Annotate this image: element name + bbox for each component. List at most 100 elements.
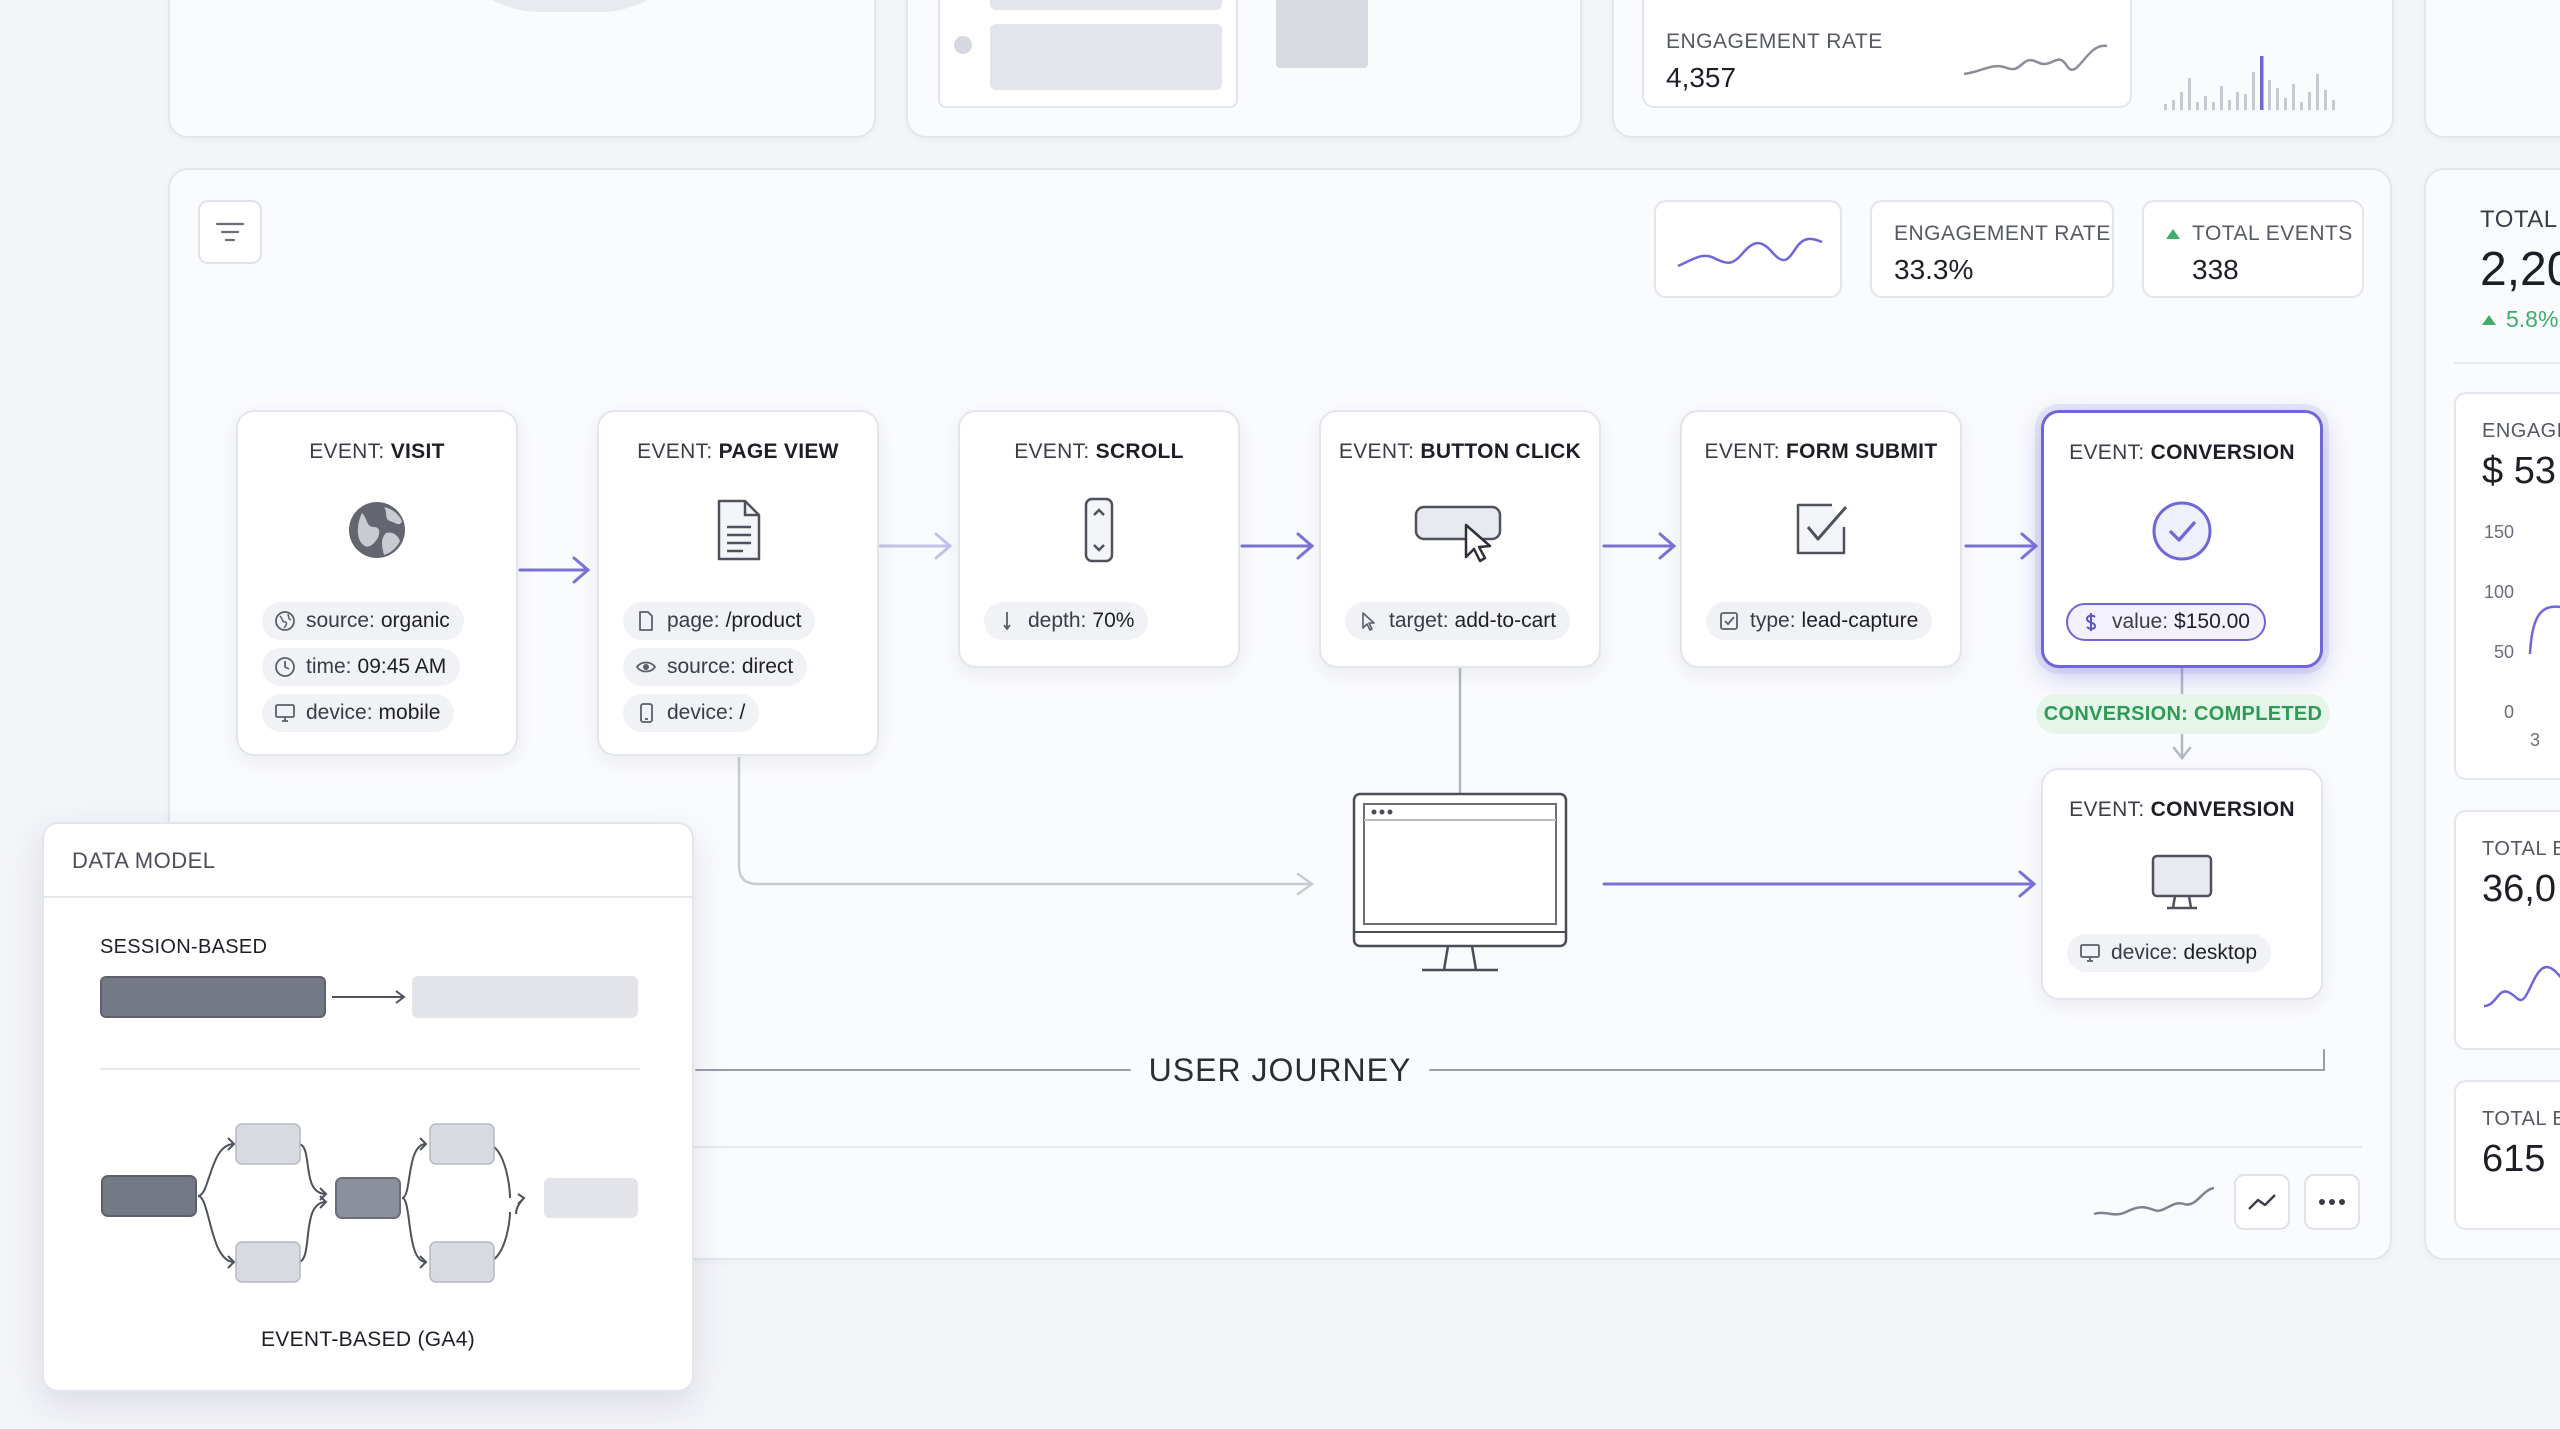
property-pill: source: direct — [623, 648, 808, 686]
engagement-mini-chart-card: ENGAGE $ 53 150 100 50 0 3 — [2454, 392, 2560, 780]
property-pill: type: lead-capture — [1706, 602, 1933, 640]
event-based-diagram — [101, 1123, 638, 1283]
event-name: SCROLL — [1095, 440, 1184, 463]
phone-icon — [640, 703, 653, 723]
property-pill: depth: 70% — [984, 602, 1149, 640]
dollar-icon — [2085, 613, 2097, 631]
event-card-conversion[interactable]: EVENT: CONVERSION value: $150.00 — [2041, 410, 2323, 668]
data-model-panel: DATA MODEL SESSION-BASED EVENT-BASED (GA… — [42, 822, 694, 1392]
event-card-scroll[interactable]: EVENT: SCROLL depth: 70% — [958, 410, 1240, 668]
property-value: $150.00 — [2174, 610, 2250, 633]
event-prefix: EVENT: — [1014, 440, 1090, 463]
clock-icon — [275, 657, 295, 677]
more-dots-icon — [2319, 1199, 2345, 1205]
property-key: depth: — [1028, 609, 1087, 632]
check-square-icon — [1720, 612, 1738, 630]
total2-mini-line — [2483, 965, 2560, 1008]
more-options-button[interactable] — [2304, 1174, 2360, 1230]
event-title: EVENT: PAGE VIEW — [599, 440, 877, 464]
event-name: FORM SUBMIT — [1786, 440, 1938, 463]
total-value: 2,20 — [2480, 243, 2560, 296]
top-far-right-card — [2424, 0, 2560, 138]
model-divider — [100, 1068, 640, 1070]
total3-label: TOTAL E — [2482, 1108, 2560, 1130]
session-arrow — [332, 990, 406, 1004]
property-value: 70% — [1092, 609, 1135, 632]
desktop-icon — [2151, 854, 2213, 910]
property-key: time: — [306, 655, 352, 678]
total-mini-card-3: TOTAL E 615 — [2454, 1080, 2560, 1230]
property-key: device: — [2111, 941, 2178, 964]
event-prefix: EVENT: — [2069, 798, 2145, 821]
total-events-mini-card: TOTAL E 36,0 — [2454, 810, 2560, 1050]
button-cursor-icon — [1414, 505, 1502, 563]
event-name: VISIT — [390, 440, 445, 463]
depth-icon — [1003, 612, 1011, 631]
engage-label: ENGAGE — [2482, 420, 2560, 442]
value-pill: value: $150.00 — [2066, 603, 2266, 641]
globe-icon — [349, 502, 405, 558]
property-key: type: — [1750, 609, 1796, 632]
property-key: page: — [667, 609, 720, 632]
engage-value: $ 53 — [2482, 450, 2556, 492]
data-model-title: DATA MODEL — [72, 848, 216, 873]
event-prefix: EVENT: — [2069, 441, 2145, 464]
event-card-page-view[interactable]: EVENT: PAGE VIEW page:/product source: di… — [597, 410, 879, 756]
event-title: EVENT: SCROLL — [960, 440, 1238, 464]
y-tick: 0 — [2504, 702, 2515, 722]
property-value: 09:45 AM — [357, 655, 447, 678]
globe-icon — [275, 611, 295, 631]
panel-divider — [2454, 362, 2560, 364]
property-key: source: — [306, 609, 375, 632]
total-label: TOTAL — [2480, 206, 2558, 233]
property-key: source: — [667, 655, 736, 678]
property-pill: time: 09:45 AM — [262, 648, 461, 686]
event-prefix: EVENT: — [1338, 440, 1415, 463]
event-name: BUTTON CLICK — [1420, 440, 1582, 463]
session-based-label: SESSION-BASED — [100, 936, 268, 958]
bottom-sparkline — [2093, 1186, 2215, 1216]
monitor-icon — [2080, 944, 2100, 962]
event-name: CONVERSION — [2150, 441, 2295, 464]
x-tick: 3 — [2530, 730, 2541, 750]
property-pill: page:/product — [623, 602, 816, 640]
checkbox-icon — [1796, 503, 1848, 555]
event-name: PAGE VIEW — [718, 440, 839, 463]
event-title: EVENT: FORM SUBMIT — [1682, 440, 1960, 464]
total-delta-value: 5.8% — [2506, 306, 2559, 332]
event-card-button-click[interactable]: EVENT: BUTTON CLICK target: add-to-cart — [1319, 410, 1601, 668]
right-panel: TOTAL 2,20 5.8% ENGAGE $ 53 150 100 50 0… — [2424, 168, 2560, 1260]
event-card-form-submit[interactable]: EVENT: FORM SUBMIT type: lead-capture — [1680, 410, 1962, 668]
trend-button[interactable] — [2234, 1174, 2290, 1230]
up-triangle-icon — [2482, 314, 2496, 325]
property-key: value: — [2112, 610, 2169, 633]
engage-mini-line — [2528, 605, 2560, 654]
session-block-dark — [100, 976, 326, 1018]
property-value: organic — [380, 609, 450, 632]
scroll-icon — [1084, 497, 1114, 563]
event-prefix: EVENT: — [1704, 440, 1780, 463]
eye-icon — [635, 661, 657, 673]
property-key: device: — [667, 701, 734, 724]
event-prefix: EVENT: — [309, 440, 385, 463]
panel-header-divider — [44, 896, 692, 898]
event-title: EVENT: CONVERSION — [2043, 798, 2321, 822]
property-value: / — [739, 701, 746, 724]
event-card-conversion-desktop[interactable]: EVENT: CONVERSION device: desktop — [2041, 768, 2323, 1000]
event-title: EVENT: CONVERSION — [2044, 441, 2320, 465]
total3-value: 615 — [2482, 1138, 2546, 1180]
user-journey-label: USER JOURNEY — [1148, 1052, 1412, 1088]
bottom-divider — [686, 1146, 2362, 1148]
event-title: EVENT: VISIT — [238, 440, 516, 464]
desktop-computer-illustration — [1352, 792, 1568, 972]
property-value: /product — [725, 609, 802, 632]
monitor-icon — [275, 704, 295, 722]
y-tick: 50 — [2494, 642, 2515, 662]
y-tick: 100 — [2484, 582, 2515, 602]
property-pill: device: / — [623, 694, 760, 732]
file-icon — [639, 611, 653, 631]
y-tick: 150 — [2484, 522, 2515, 542]
event-card-visit[interactable]: EVENT: VISIT source: organic time: 09:45 A… — [236, 410, 518, 756]
event-name: CONVERSION — [2150, 798, 2295, 821]
check-circle-icon — [2152, 501, 2212, 561]
